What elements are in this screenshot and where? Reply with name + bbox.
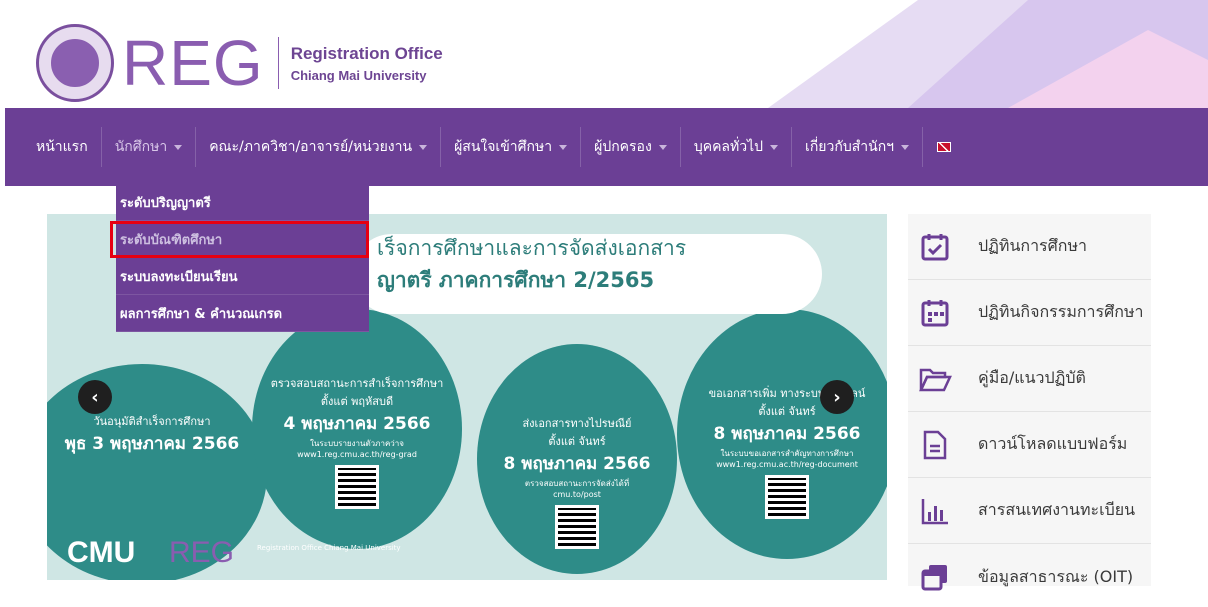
header-decoration — [768, 0, 1208, 108]
caret-down-icon — [901, 144, 910, 150]
side-menu: ปฏิทินการศึกษา ปฏิทินกิจกรรมการศึกษา คู่… — [908, 214, 1151, 591]
footer-small-text: Registration Office Chiang Mai Universit… — [257, 544, 401, 552]
chevron-left-icon: ‹ — [91, 386, 99, 408]
university-name: Chiang Mai University — [290, 67, 427, 83]
site-logo[interactable]: REG Registration Office Chiang Mai Unive… — [36, 24, 443, 102]
qr-code-icon — [765, 475, 809, 519]
banner-title-line2: ญาตรี ภาคการศึกษา 2/2565 — [377, 268, 655, 292]
dropdown-item-registration[interactable]: ระบบลงทะเบียนเรียน — [116, 258, 369, 295]
chevron-right-icon: › — [833, 386, 841, 408]
folder-open-icon — [918, 362, 952, 396]
nav-home[interactable]: หน้าแรก — [36, 127, 101, 167]
reg-footer-logo: REG — [169, 536, 235, 569]
file-icon — [918, 428, 952, 462]
side-item-public-info[interactable]: ข้อมูลสาธารณะ (OIT) — [908, 544, 1151, 607]
cmu-logo: CMU — [67, 536, 136, 569]
language-switch[interactable] — [922, 127, 965, 167]
students-dropdown-menu: ระดับปริญญาตรี ระดับบัณฑิตศึกษา ระบบลงทะ… — [110, 184, 369, 332]
calendar-icon — [918, 296, 952, 330]
bar-chart-icon — [918, 494, 952, 528]
logo-text: REG — [122, 27, 264, 99]
nav-public[interactable]: บุคคลทั่วไป — [679, 127, 791, 167]
nav-about[interactable]: เกี่ยวกับสำนักฯ — [791, 127, 922, 167]
caret-down-icon — [419, 144, 428, 150]
site-header: REG Registration Office Chiang Mai Unive… — [0, 0, 1208, 108]
side-item-download-forms[interactable]: ดาวน์โหลดแบบฟอร์ม — [908, 412, 1151, 478]
dropdown-item-grades[interactable]: ผลการศึกษา & คำนวณเกรด — [116, 295, 369, 332]
office-name: Registration Office — [290, 43, 443, 63]
windows-icon — [918, 560, 952, 594]
nav-parents[interactable]: ผู้ปกครอง — [580, 127, 680, 167]
nav-prospective[interactable]: ผู้สนใจเข้าศึกษา — [440, 127, 580, 167]
uk-flag-icon — [937, 142, 952, 152]
side-item-academic-calendar[interactable]: ปฏิทินการศึกษา — [908, 214, 1151, 280]
caret-down-icon — [174, 144, 183, 150]
page: REG Registration Office Chiang Mai Unive… — [0, 0, 1208, 607]
dropdown-item-graduate[interactable]: ระดับบัณฑิตศึกษา — [110, 221, 369, 258]
carousel-prev-button[interactable]: ‹ — [78, 380, 112, 414]
nav-faculty[interactable]: คณะ/ภาควิชา/อาจารย์/หน่วยงาน — [195, 127, 440, 167]
side-item-manual[interactable]: คู่มือ/แนวปฏิบัติ — [908, 346, 1151, 412]
banner-col-4: ขอเอกสารเพิ่ม ทางระบบออนไลน์ ตั้งแต่ จัน… — [682, 384, 887, 523]
banner-title-line1: เร็จการศึกษาและการจัดส่งเอกสาร — [377, 236, 687, 260]
main-nav: หน้าแรก นักศึกษา คณะ/ภาควิชา/อาจารย์/หน่… — [5, 108, 1208, 186]
qr-code-icon — [335, 465, 379, 509]
dropdown-item-undergraduate[interactable]: ระดับปริญญาตรี — [116, 184, 369, 221]
side-item-activity-calendar[interactable]: ปฏิทินกิจกรรมการศึกษา — [908, 280, 1151, 346]
caret-down-icon — [658, 144, 667, 150]
banner-col-3: ส่งเอกสารทางไปรษณีย์ ตั้งแต่ จันทร์ 8 พฤ… — [482, 414, 672, 553]
nav-students[interactable]: นักศึกษา — [100, 127, 196, 167]
calendar-check-icon — [918, 230, 952, 264]
caret-down-icon — [770, 144, 779, 150]
carousel-next-button[interactable]: › — [820, 380, 854, 414]
caret-down-icon — [559, 144, 568, 150]
qr-code-icon — [555, 505, 599, 549]
side-item-registration-info[interactable]: สารสนเทศงานทะเบียน — [908, 478, 1151, 544]
banner-col-1: วันอนุมัติสำเร็จการศึกษา พุธ 3 พฤษภาคม 2… — [64, 415, 240, 454]
banner-col-2: ตรวจสอบสถานะการสำเร็จการศึกษา ตั้งแต่ พฤ… — [257, 374, 457, 513]
university-seal-icon — [36, 24, 114, 102]
